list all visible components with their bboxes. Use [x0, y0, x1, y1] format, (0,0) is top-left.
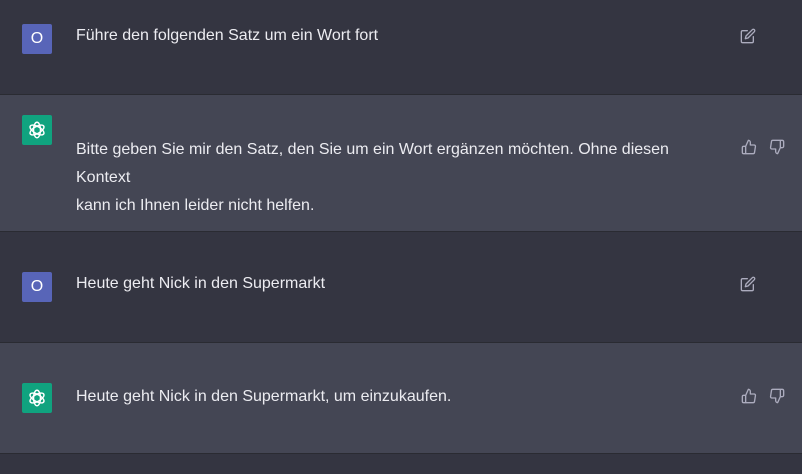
message-text: Bitte geben Sie mir den Satz, den Sie um…	[76, 136, 726, 220]
conversation-bottom	[0, 454, 802, 474]
message-actions	[740, 276, 756, 292]
thumbs-down-icon[interactable]	[769, 139, 785, 155]
thumbs-up-icon[interactable]	[741, 139, 757, 155]
message-actions	[741, 139, 785, 155]
thumbs-up-icon[interactable]	[741, 388, 757, 404]
message-line: Bitte geben Sie mir den Satz, den Sie um…	[76, 141, 669, 186]
message-text: Heute geht Nick in den Supermarkt	[76, 275, 326, 292]
user-avatar: O	[22, 24, 52, 54]
openai-logo-icon	[29, 121, 45, 139]
message-line: Heute geht Nick in den Supermarkt, um ei…	[76, 388, 452, 405]
avatar-letter: O	[30, 30, 44, 47]
thumbs-down-icon[interactable]	[769, 388, 785, 404]
message-assistant-2: Heute geht Nick in den Supermarkt, um ei…	[0, 343, 802, 454]
message-line: kann ich Ihnen leider nicht helfen.	[76, 197, 315, 214]
edit-icon[interactable]	[740, 28, 756, 44]
edit-icon[interactable]	[740, 276, 756, 292]
message-text: Führe den folgenden Satz um ein Wort for…	[76, 27, 379, 44]
assistant-avatar	[22, 383, 52, 413]
user-avatar: O	[22, 272, 52, 302]
message-actions	[740, 28, 756, 44]
assistant-avatar	[22, 115, 52, 145]
message-text: Heute geht Nick in den Supermarkt, um ei…	[76, 383, 726, 411]
message-assistant-1: Bitte geben Sie mir den Satz, den Sie um…	[0, 95, 802, 232]
openai-logo-icon	[29, 389, 45, 407]
message-user-1: O Führe den folgenden Satz um ein Wort f…	[0, 0, 802, 95]
message-user-2: O Heute geht Nick in den Supermarkt	[0, 232, 802, 343]
message-actions	[741, 388, 785, 404]
avatar-letter: O	[30, 278, 44, 295]
